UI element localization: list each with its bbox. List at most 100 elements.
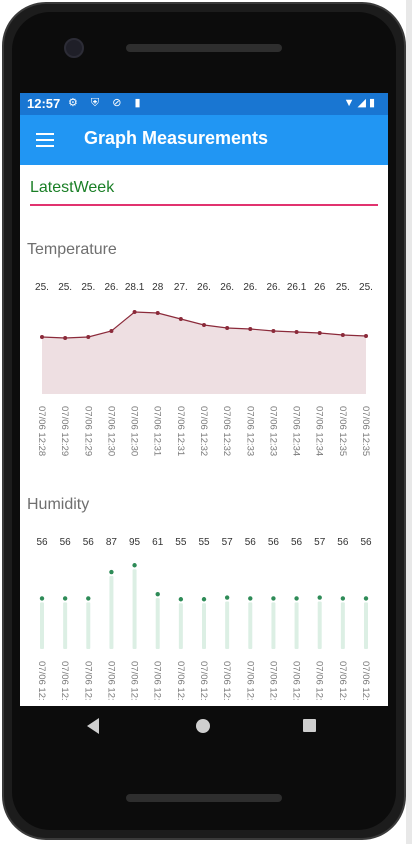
- humidity-bar: [202, 603, 206, 649]
- page-title: Graph Measurements: [84, 128, 269, 148]
- period-picker[interactable]: LatestWeek: [30, 179, 378, 206]
- app-bar: Graph Measurements: [20, 115, 388, 165]
- front-camera: [64, 38, 84, 58]
- humidity-point-label: 56: [36, 537, 48, 548]
- temperature-point-label: 28: [152, 282, 164, 293]
- humidity-point-label: 56: [83, 537, 95, 548]
- humidity-x-label: 07/06 12:: [175, 661, 186, 701]
- temperature-point: [155, 311, 160, 315]
- humidity-point-label: 56: [360, 537, 372, 548]
- humidity-point: [317, 595, 322, 600]
- recent-apps-icon[interactable]: [303, 719, 316, 732]
- humidity-bar: [364, 602, 368, 649]
- humidity-x-label: 07/06 12:: [337, 661, 348, 701]
- temperature-x-label: 07/06 12:32: [221, 406, 232, 456]
- humidity-x-label: 07/06 12:: [244, 661, 255, 701]
- temperature-point-label: 25.: [58, 282, 72, 293]
- humidity-x-label: 07/06 12:: [59, 661, 70, 701]
- temperature-point: [178, 317, 183, 321]
- temperature-point: [294, 330, 299, 334]
- humidity-point: [39, 596, 45, 601]
- humidity-point: [109, 569, 114, 575]
- humidity-point-label: 56: [337, 537, 349, 548]
- humidity-point: [132, 563, 137, 568]
- temperature-x-label: 07/06 12:30: [129, 406, 140, 456]
- temperature-point: [132, 310, 137, 314]
- temperature-point-label: 25.: [336, 282, 350, 293]
- humidity-point: [363, 596, 369, 601]
- status-signal-battery-icons: ▼◢▮: [343, 97, 378, 109]
- temperature-point: [109, 329, 114, 333]
- status-bar: 12:57 ⚙ ⛨ ⊘ ▮ ▼◢▮: [20, 93, 388, 115]
- humidity-bar: [294, 602, 299, 649]
- humidity-bar: [109, 576, 114, 649]
- temperature-x-label: 07/06 12:31: [152, 406, 163, 456]
- humidity-point: [294, 596, 299, 601]
- humidity-point-label: 56: [291, 537, 303, 548]
- humidity-x-label: 07/06 12:: [221, 661, 232, 701]
- humidity-point-label: 95: [129, 537, 141, 548]
- humidity-bar: [155, 598, 160, 649]
- humidity-x-label: 07/06 12:: [267, 661, 278, 701]
- temperature-point-label: 25.: [359, 282, 373, 293]
- humidity-x-label: 07/06 12:: [82, 661, 93, 701]
- temperature-point: [317, 331, 322, 335]
- temperature-chart: 25. 07/06 12:28 25. 07/06 12:29 25. 07/06 12:…: [35, 282, 373, 456]
- humidity-x-label: 07/06 12:: [291, 661, 302, 701]
- temperature-point-label: 26.: [104, 282, 118, 293]
- humidity-bar: [40, 602, 44, 649]
- humidity-x-label: 07/06 12:: [314, 661, 325, 701]
- temperature-point-label: 26.: [220, 282, 234, 293]
- temperature-x-label: 07/06 12:34: [314, 406, 325, 456]
- temperature-point-label: 26.: [197, 282, 211, 293]
- humidity-bar: [340, 602, 345, 649]
- humidity-x-label: 07/06 12:: [198, 661, 209, 701]
- humidity-bar: [271, 602, 276, 649]
- temperature-point: [225, 326, 230, 330]
- humidity-point-label: 61: [152, 537, 164, 548]
- temperature-point-label: 26: [314, 282, 326, 293]
- humidity-point-label: 56: [268, 537, 280, 548]
- humidity-point-label: 56: [60, 537, 72, 548]
- temperature-x-label: 07/06 12:33: [267, 406, 278, 456]
- humidity-bar: [317, 601, 322, 649]
- back-icon[interactable]: [87, 718, 99, 734]
- hamburger-icon[interactable]: [36, 133, 54, 147]
- temperature-x-label: 07/06 12:35: [360, 406, 371, 456]
- temperature-point: [202, 323, 206, 327]
- home-icon[interactable]: [196, 719, 210, 733]
- temperature-point-label: 26.: [266, 282, 280, 293]
- humidity-bar: [132, 569, 137, 649]
- temperature-x-label: 07/06 12:34: [291, 406, 302, 456]
- humidity-x-label: 07/06 12:: [36, 661, 47, 701]
- system-nav-bar: [20, 706, 388, 746]
- humidity-x-label: 07/06 12:: [152, 661, 163, 701]
- temperature-x-label: 07/06 12:29: [59, 406, 70, 456]
- humidity-bar: [178, 603, 183, 649]
- humidity-point-label: 56: [245, 537, 257, 548]
- humidity-x-label: 07/06 12:: [360, 661, 371, 701]
- temperature-point: [86, 335, 91, 339]
- temperature-point: [340, 333, 345, 337]
- status-time: 12:57: [27, 96, 61, 111]
- temperature-point: [63, 336, 68, 340]
- humidity-point: [155, 591, 160, 597]
- temperature-point-label: 26.1: [287, 282, 307, 293]
- temperature-x-label: 07/06 12:35: [337, 406, 348, 456]
- humidity-x-label: 07/06 12:: [129, 661, 140, 701]
- app-screen: 12:57 ⚙ ⛨ ⊘ ▮ ▼◢▮ Graph Measurements Lat…: [20, 93, 388, 706]
- temperature-point-label: 25.: [35, 282, 49, 293]
- background-strip: [406, 0, 412, 844]
- humidity-point: [62, 596, 68, 601]
- humidity-point-label: 55: [198, 537, 210, 548]
- temperature-title: Temperature: [27, 241, 117, 258]
- temperature-point-label: 25.: [81, 282, 95, 293]
- temperature-x-label: 07/06 12:30: [105, 406, 116, 456]
- humidity-title: Humidity: [27, 496, 90, 513]
- temperature-x-label: 07/06 12:31: [175, 406, 186, 456]
- temperature-point: [40, 335, 44, 339]
- temperature-point: [248, 327, 253, 331]
- humidity-point-label: 57: [222, 537, 234, 548]
- temperature-x-label: 07/06 12:29: [82, 406, 93, 456]
- temperature-point: [364, 334, 368, 338]
